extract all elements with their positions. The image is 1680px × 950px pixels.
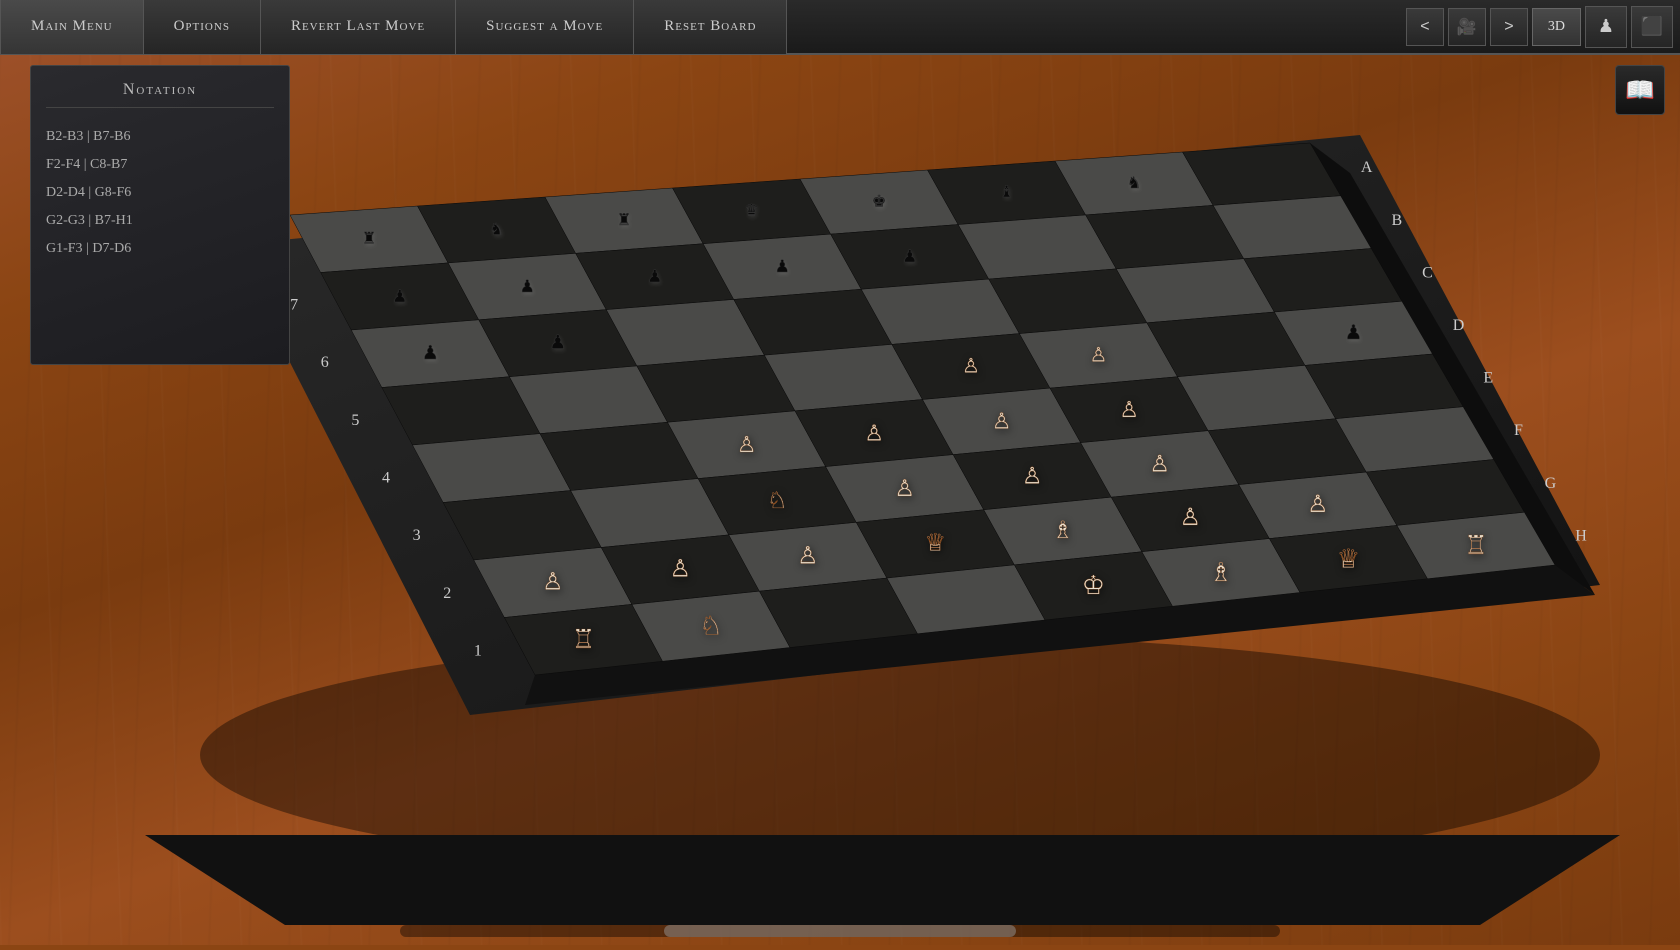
camera-icon: 🎥 xyxy=(1457,17,1477,37)
notation-move-4: G2-G3 | B7-H1 xyxy=(46,207,274,235)
notation-move-2: F2-F4 | C8-B7 xyxy=(46,151,274,179)
svg-text:♚: ♚ xyxy=(872,193,886,210)
notation-panel: Notation B2-B3 | B7-B6 F2-F4 | C8-B7 D2-… xyxy=(30,65,290,365)
svg-text:♙: ♙ xyxy=(670,556,692,582)
svg-text:2: 2 xyxy=(443,585,451,602)
svg-text:♖: ♖ xyxy=(572,625,595,654)
svg-text:♙: ♙ xyxy=(962,355,980,377)
svg-text:♟: ♟ xyxy=(549,333,566,354)
svg-text:♔: ♔ xyxy=(1082,571,1105,600)
menu-right-controls: < 🎥 > 3D ♟ ⬛ xyxy=(1404,6,1680,48)
prev-nav-button[interactable]: < xyxy=(1406,8,1444,46)
svg-text:C: C xyxy=(1422,264,1433,281)
book-icon-button[interactable]: 📖 xyxy=(1615,65,1665,115)
3d-view-button[interactable]: 3D xyxy=(1532,8,1581,46)
book-icon: 📖 xyxy=(1625,76,1655,105)
svg-text:♘: ♘ xyxy=(699,612,722,641)
board-theme-icon: ⬛ xyxy=(1641,16,1663,37)
notation-title: Notation xyxy=(46,81,274,108)
svg-text:A: A xyxy=(1361,159,1373,176)
board-bottom-face xyxy=(145,835,1620,925)
revert-last-move-button[interactable]: Revert Last Move xyxy=(261,0,456,54)
next-nav-button[interactable]: > xyxy=(1490,8,1528,46)
svg-text:♙: ♙ xyxy=(797,544,819,570)
svg-text:♞: ♞ xyxy=(489,221,503,238)
svg-text:♛: ♛ xyxy=(744,203,758,220)
svg-text:B: B xyxy=(1392,212,1403,229)
bottom-scrollbar[interactable] xyxy=(400,925,1280,937)
svg-text:♟: ♟ xyxy=(647,267,662,286)
svg-text:♟: ♟ xyxy=(902,247,917,266)
svg-text:♙: ♙ xyxy=(542,569,564,595)
svg-text:♟: ♟ xyxy=(1344,322,1362,344)
svg-text:D: D xyxy=(1453,317,1465,334)
suggest-move-button[interactable]: Suggest a Move xyxy=(456,0,634,54)
svg-text:♙: ♙ xyxy=(1022,464,1043,489)
main-menu-button[interactable]: Main Menu xyxy=(0,0,144,54)
svg-text:3: 3 xyxy=(413,527,421,544)
svg-text:4: 4 xyxy=(382,469,390,486)
svg-text:6: 6 xyxy=(321,354,329,371)
options-button[interactable]: Options xyxy=(144,0,261,54)
svg-text:♘: ♘ xyxy=(767,488,788,513)
notation-move-1: B2-B3 | B7-B6 xyxy=(46,123,274,151)
svg-text:♙: ♙ xyxy=(894,476,915,501)
notation-move-5: G1-F3 | D7-D6 xyxy=(46,235,274,263)
svg-text:♙: ♙ xyxy=(1119,397,1139,422)
svg-text:G: G xyxy=(1545,475,1557,492)
svg-text:♙: ♙ xyxy=(864,420,884,445)
menu-bar: Main Menu Options Revert Last Move Sugge… xyxy=(0,0,1680,55)
player-icon: ♟ xyxy=(1598,16,1614,37)
svg-text:♙: ♙ xyxy=(737,432,757,457)
svg-text:♙: ♙ xyxy=(1180,505,1202,531)
notation-move-3: D2-D4 | G8-F6 xyxy=(46,179,274,207)
svg-text:♝: ♝ xyxy=(999,184,1013,201)
svg-text:♙: ♙ xyxy=(1307,492,1329,518)
svg-text:♙: ♙ xyxy=(1089,344,1107,366)
board-theme-button[interactable]: ⬛ xyxy=(1631,6,1673,48)
svg-text:♟: ♟ xyxy=(520,277,535,296)
camera-button[interactable]: 🎥 xyxy=(1448,8,1486,46)
svg-text:♙: ♙ xyxy=(1149,451,1170,476)
svg-text:♕: ♕ xyxy=(1337,544,1360,573)
svg-text:♜: ♜ xyxy=(617,212,631,229)
svg-text:F: F xyxy=(1514,422,1523,439)
svg-text:♟: ♟ xyxy=(392,287,407,306)
svg-text:♟: ♟ xyxy=(775,257,790,276)
svg-text:H: H xyxy=(1575,527,1587,544)
svg-text:♗: ♗ xyxy=(1052,518,1074,544)
svg-text:5: 5 xyxy=(351,412,359,429)
svg-text:♜: ♜ xyxy=(362,231,376,248)
player-icon-button[interactable]: ♟ xyxy=(1585,6,1627,48)
svg-text:♟: ♟ xyxy=(422,343,439,364)
svg-text:♗: ♗ xyxy=(1209,558,1232,587)
scrollbar-thumb xyxy=(664,925,1016,937)
reset-board-button[interactable]: Reset Board xyxy=(634,0,787,54)
svg-text:1: 1 xyxy=(474,643,482,660)
svg-text:7: 7 xyxy=(290,296,298,313)
svg-text:♕: ♕ xyxy=(925,531,947,557)
svg-text:♞: ♞ xyxy=(1127,175,1141,192)
svg-text:E: E xyxy=(1483,370,1493,387)
svg-text:♖: ♖ xyxy=(1464,531,1487,560)
svg-text:♙: ♙ xyxy=(992,409,1012,434)
